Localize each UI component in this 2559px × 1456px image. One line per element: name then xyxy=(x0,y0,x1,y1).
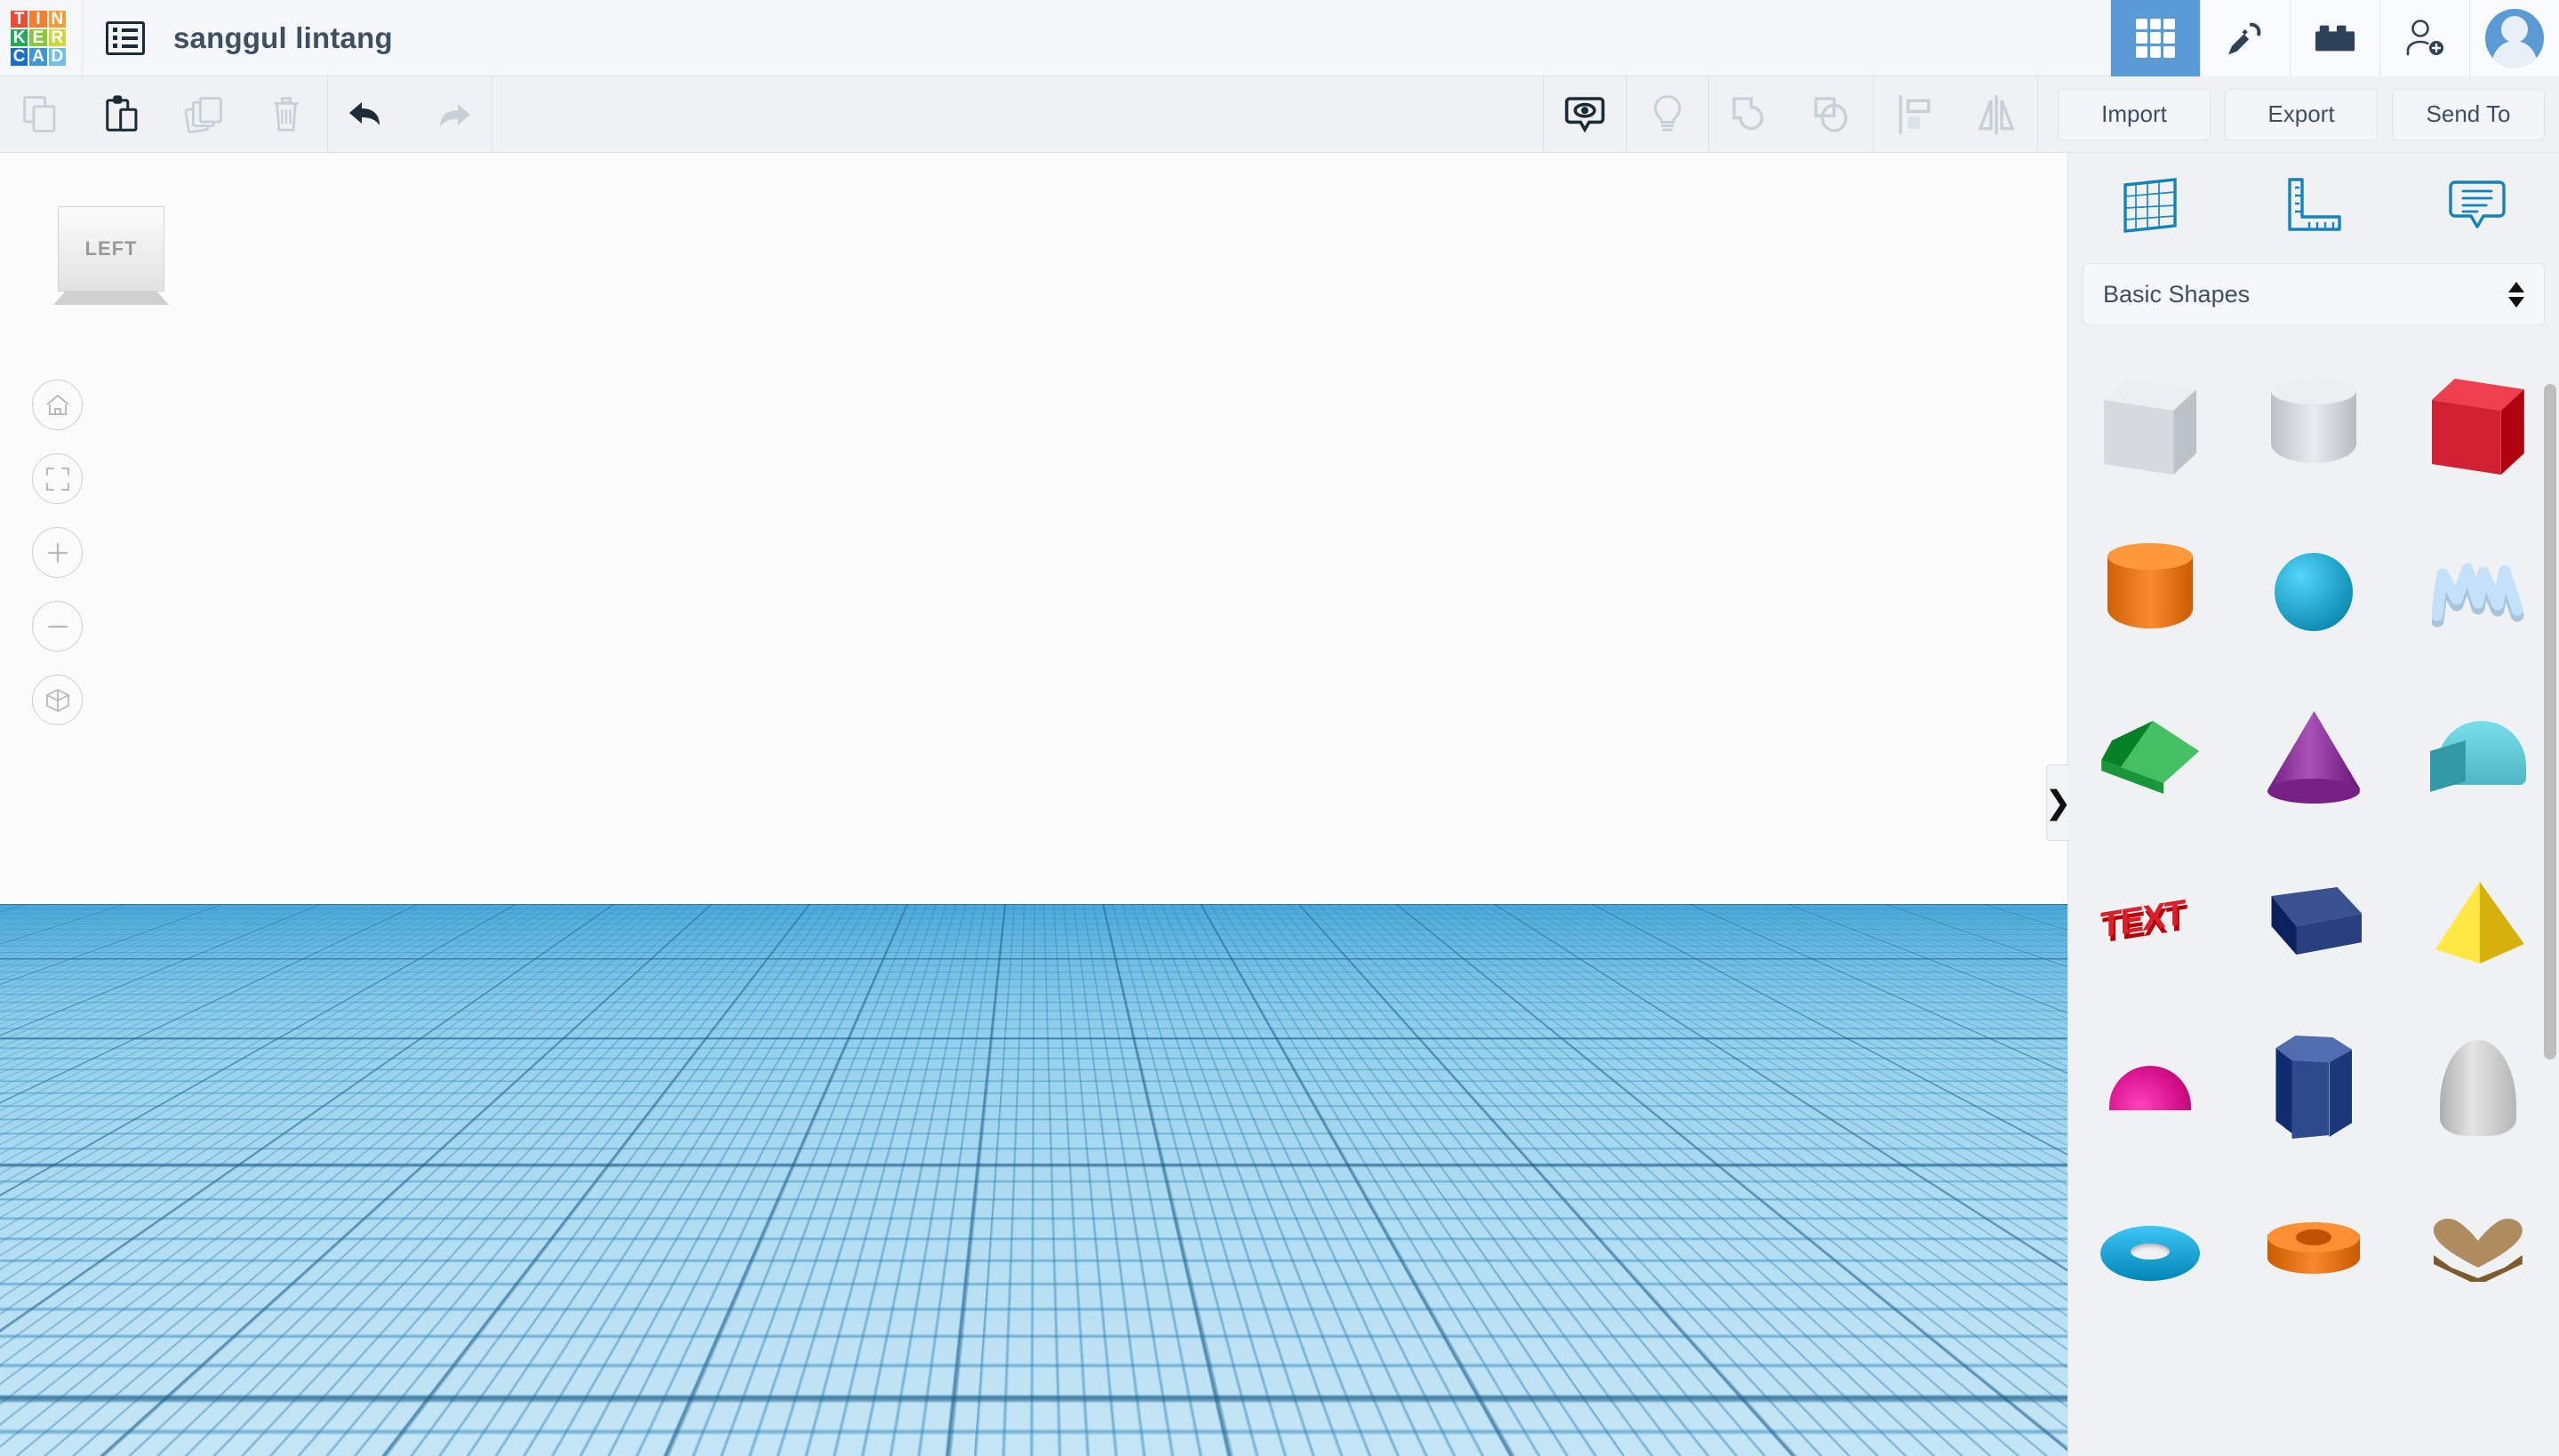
export-button[interactable]: Export xyxy=(2225,88,2378,140)
ruler-icon[interactable] xyxy=(2232,176,2395,235)
panel-scrollbar[interactable] xyxy=(2544,384,2556,1433)
logo-tile-n: N xyxy=(48,10,66,28)
logo-tile-t: T xyxy=(11,10,28,28)
workplane-grid xyxy=(0,153,2067,905)
sphere-shape[interactable] xyxy=(2235,509,2392,675)
polygon-shape[interactable] xyxy=(2235,1005,2392,1171)
3d-workplane-canvas[interactable]: LEFT xyxy=(0,153,2067,1456)
panel-scrollbar-thumb[interactable] xyxy=(2544,384,2556,1060)
add-person-icon[interactable] xyxy=(2379,0,2469,76)
undo-icon[interactable] xyxy=(328,76,410,153)
wedge-shape[interactable] xyxy=(2235,840,2392,1005)
cylinder-shape[interactable] xyxy=(2072,509,2228,675)
workplane-major-grid xyxy=(0,153,2067,905)
shapes-panel: ❯ Basic Shapes TEXT TEXT xyxy=(2044,153,2559,1456)
ungroup-icon[interactable] xyxy=(1791,76,1873,153)
zoom-in-icon[interactable] xyxy=(32,527,83,578)
shape-library-select[interactable]: Basic Shapes xyxy=(2083,263,2545,325)
delete-icon[interactable] xyxy=(245,76,327,153)
note-icon[interactable] xyxy=(2395,176,2559,235)
edit-toolbar: Import Export Send To xyxy=(0,76,2559,153)
lightbulb-icon[interactable] xyxy=(1627,76,1708,153)
page-title[interactable]: sanggul lintang xyxy=(173,21,393,55)
chevron-updown-icon xyxy=(2508,281,2524,308)
toolbar-separator xyxy=(2037,76,2038,153)
zoom-out-icon[interactable] xyxy=(32,601,83,652)
round-roof-shape[interactable] xyxy=(2400,675,2556,840)
mirror-icon[interactable] xyxy=(1955,76,2037,153)
logo-tile-d: D xyxy=(48,48,66,66)
mouse-cursor xyxy=(1324,1234,1355,1281)
logo-tile-i: I xyxy=(29,10,47,28)
fit-to-view-icon[interactable] xyxy=(32,453,83,504)
view-cube-base xyxy=(53,291,169,305)
duplicate-icon[interactable] xyxy=(164,76,245,153)
apps-grid-icon[interactable] xyxy=(2110,0,2200,76)
orthographic-toggle-icon[interactable] xyxy=(32,675,83,725)
view-cube[interactable]: LEFT xyxy=(53,206,169,322)
text-shape[interactable]: TEXT TEXT xyxy=(2072,840,2228,1005)
tube-shape[interactable] xyxy=(2235,1171,2392,1336)
logo-tile-e: E xyxy=(29,29,47,47)
app-header: TIN KER CAD sanggul lintang xyxy=(0,0,2559,76)
home-view-icon[interactable] xyxy=(32,380,83,430)
show-hide-icon[interactable] xyxy=(1544,76,1626,153)
paste-icon[interactable] xyxy=(82,76,164,153)
minecraft-pickaxe-icon[interactable] xyxy=(2200,0,2290,76)
panel-tool-tabs xyxy=(2068,153,2559,258)
heart-shape[interactable] xyxy=(2400,1171,2556,1336)
workplane-icon[interactable] xyxy=(2068,176,2232,235)
roof-shape[interactable] xyxy=(2072,675,2228,840)
cone-shape[interactable] xyxy=(2235,675,2392,840)
header-actions xyxy=(2110,0,2559,76)
copy-icon[interactable] xyxy=(0,76,82,153)
shape-library-grid: TEXT TEXT xyxy=(2068,344,2559,1456)
box-shape[interactable] xyxy=(2400,344,2556,509)
shape-library-value: Basic Shapes xyxy=(2103,280,2251,308)
import-button[interactable]: Import xyxy=(2058,88,2211,140)
paraboloid-shape[interactable] xyxy=(2400,1005,2556,1171)
project-list-icon[interactable] xyxy=(106,20,145,55)
pyramid-shape[interactable] xyxy=(2400,840,2556,1005)
tinkercad-logo[interactable]: TIN KER CAD xyxy=(11,10,66,66)
redo-icon[interactable] xyxy=(410,76,492,153)
view-cube-label[interactable]: LEFT xyxy=(58,206,164,292)
box-hole-shape[interactable] xyxy=(2072,344,2228,509)
align-icon[interactable] xyxy=(1874,76,1955,153)
header-divider xyxy=(82,0,83,76)
tinkercad-app: TIN KER CAD sanggul lintang Import Export … xyxy=(0,0,2559,1456)
cylinder-hole-shape[interactable] xyxy=(2235,344,2392,509)
panel-collapse-handle[interactable]: ❯ xyxy=(2044,764,2072,841)
send-to-button[interactable]: Send To xyxy=(2392,88,2545,140)
avatar[interactable] xyxy=(2469,0,2559,76)
lego-brick-icon[interactable] xyxy=(2290,0,2379,76)
torus-shape[interactable] xyxy=(2072,1171,2228,1336)
view-nav-buttons xyxy=(32,380,83,748)
logo-tile-c: C xyxy=(11,48,28,66)
logo-tile-r: R xyxy=(48,29,66,47)
scribble-shape[interactable] xyxy=(2400,509,2556,675)
group-icon[interactable] xyxy=(1709,76,1791,153)
half-sphere-shape[interactable] xyxy=(2072,1005,2228,1171)
logo-tile-a: A xyxy=(29,48,47,66)
logo-tile-k: K xyxy=(11,29,28,47)
